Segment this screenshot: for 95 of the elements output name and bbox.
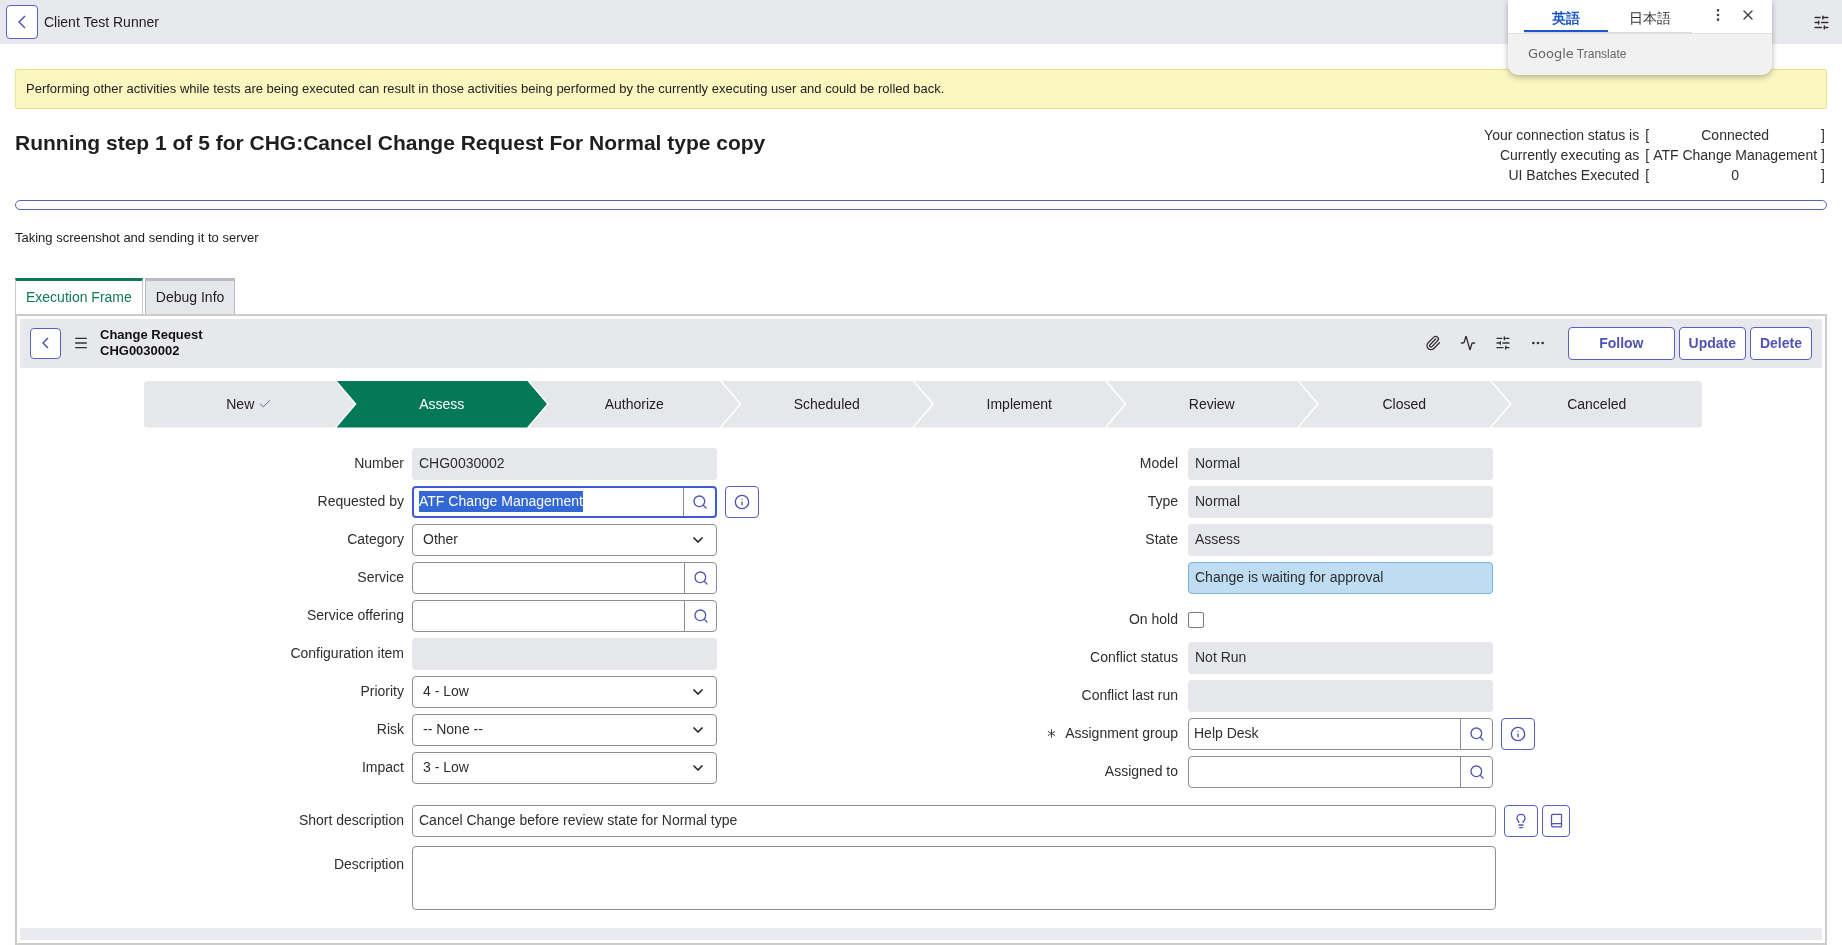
field-label: Requested by: [317, 492, 404, 511]
status-value: ATF Change Management: [1652, 145, 1819, 165]
reference-field[interactable]: ATF Change Management: [412, 485, 717, 518]
record-number: CHG0030002: [100, 343, 181, 359]
check-icon: [258, 397, 273, 411]
field-label: Impact: [362, 758, 404, 777]
process-stage: Scheduled: [721, 380, 932, 428]
frame-tab[interactable]: Execution Frame: [15, 277, 143, 314]
info-button[interactable]: [1501, 717, 1535, 750]
header-button[interactable]: Follow: [1568, 326, 1675, 360]
field-label: Description: [333, 854, 404, 874]
field-label: Model: [1139, 454, 1178, 473]
google-wordmark: Google: [1528, 45, 1574, 64]
reference-field[interactable]: [412, 599, 717, 632]
field-label: Short description: [298, 811, 404, 830]
short-description-field[interactable]: Cancel Change before review state for Normal type: [412, 804, 1496, 837]
status-value: 0: [1730, 165, 1740, 185]
field-label: State: [1145, 530, 1178, 549]
header-button[interactable]: Delete: [1749, 326, 1812, 360]
process-stage: Authorize: [529, 380, 740, 428]
readonly-field: Normal: [1188, 447, 1493, 480]
bracket: ]: [1821, 125, 1825, 145]
process-stage: New: [144, 380, 355, 428]
settings-icon[interactable]: [1495, 335, 1512, 351]
status-label: Your connection status is: [1483, 125, 1640, 145]
field-label: Type: [1147, 492, 1178, 511]
bracket: [: [1645, 145, 1650, 165]
menu-icon[interactable]: [73, 335, 89, 351]
bracket: [: [1645, 165, 1650, 185]
field-label: Priority: [360, 682, 404, 701]
readonly-field: Assess: [1188, 523, 1493, 556]
field-label: Conflict status: [1090, 648, 1178, 667]
field-label: Service offering: [307, 606, 404, 625]
checkbox[interactable]: [1188, 611, 1204, 628]
readonly-field: CHG0030002: [412, 447, 717, 480]
field-label: Configuration item: [290, 644, 404, 663]
info-button[interactable]: [725, 485, 759, 518]
page-title: Client Test Runner: [44, 12, 159, 32]
suggestion-button[interactable]: [1504, 804, 1538, 837]
process-stage: Canceled: [1491, 380, 1702, 428]
activity-icon[interactable]: [1460, 335, 1477, 351]
search-icon[interactable]: [691, 493, 708, 510]
search-icon[interactable]: [692, 607, 709, 624]
settings-icon[interactable]: [1813, 13, 1830, 31]
status-message: Taking screenshot and sending it to server: [15, 229, 260, 247]
language-tab[interactable]: 日本語: [1608, 6, 1692, 32]
field-label: Number: [354, 454, 404, 473]
field-label: Conflict last run: [1081, 686, 1178, 705]
field-label: Risk: [376, 720, 404, 739]
process-stage: Assess: [336, 380, 547, 428]
language-tab[interactable]: 英語: [1524, 6, 1608, 32]
select-field[interactable]: Other: [412, 523, 717, 556]
warning-banner: Performing other activities while tests are being executed can result in those activities being performed by the currently executing user and could be rolled back.: [15, 69, 1827, 109]
field-label: Service: [357, 568, 404, 587]
paperclip-icon[interactable]: [1425, 335, 1442, 351]
field-label: Assigned to: [1104, 762, 1178, 781]
info-icon: [1510, 725, 1526, 742]
process-stage: Review: [1106, 380, 1317, 428]
book-icon: [1548, 813, 1564, 828]
status-label: UI Batches Executed: [1507, 165, 1640, 185]
bracket: ]: [1821, 165, 1825, 185]
select-field[interactable]: 4 - Low: [412, 675, 717, 708]
search-icon[interactable]: [1468, 763, 1485, 780]
lightbulb-icon: [1513, 812, 1529, 829]
field-label: Assignment group: [1065, 724, 1178, 743]
field-label: Category: [347, 530, 404, 549]
field-label: On hold: [1128, 610, 1178, 629]
translate-caption: Translate: [1576, 46, 1627, 63]
readonly-field: Not Run: [1188, 641, 1493, 674]
header-button[interactable]: Update: [1678, 326, 1746, 360]
status-value: Connected: [1700, 125, 1770, 145]
readonly-field: Normal: [1188, 485, 1493, 518]
search-icon[interactable]: [692, 569, 709, 586]
chevron-left-icon: [42, 337, 49, 349]
reference-field[interactable]: [1188, 755, 1493, 788]
bracket: [: [1645, 125, 1650, 145]
state-message: Change is waiting for approval: [1188, 561, 1493, 594]
select-field[interactable]: -- None --: [412, 713, 717, 746]
book-button[interactable]: [1542, 804, 1570, 837]
reference-field[interactable]: Help Desk: [1188, 717, 1493, 750]
chevron-left-icon: [18, 15, 26, 29]
frame-tab[interactable]: Debug Info: [144, 277, 236, 314]
page-heading: Running step 1 of 5 for CHG:Cancel Change Request For Normal type copy: [15, 130, 766, 156]
process-stage: Closed: [1299, 380, 1510, 428]
status-label: Currently executing as: [1498, 145, 1640, 165]
info-icon: [734, 493, 750, 510]
back-button[interactable]: [30, 327, 61, 359]
select-field[interactable]: 3 - Low: [412, 751, 717, 784]
description-field[interactable]: [412, 845, 1496, 910]
record-table: Change Request: [100, 327, 203, 343]
search-icon[interactable]: [1468, 725, 1485, 742]
bracket: ]: [1821, 145, 1825, 165]
process-stage: Implement: [914, 380, 1125, 428]
reference-field[interactable]: [412, 561, 717, 594]
back-button[interactable]: [6, 5, 38, 39]
